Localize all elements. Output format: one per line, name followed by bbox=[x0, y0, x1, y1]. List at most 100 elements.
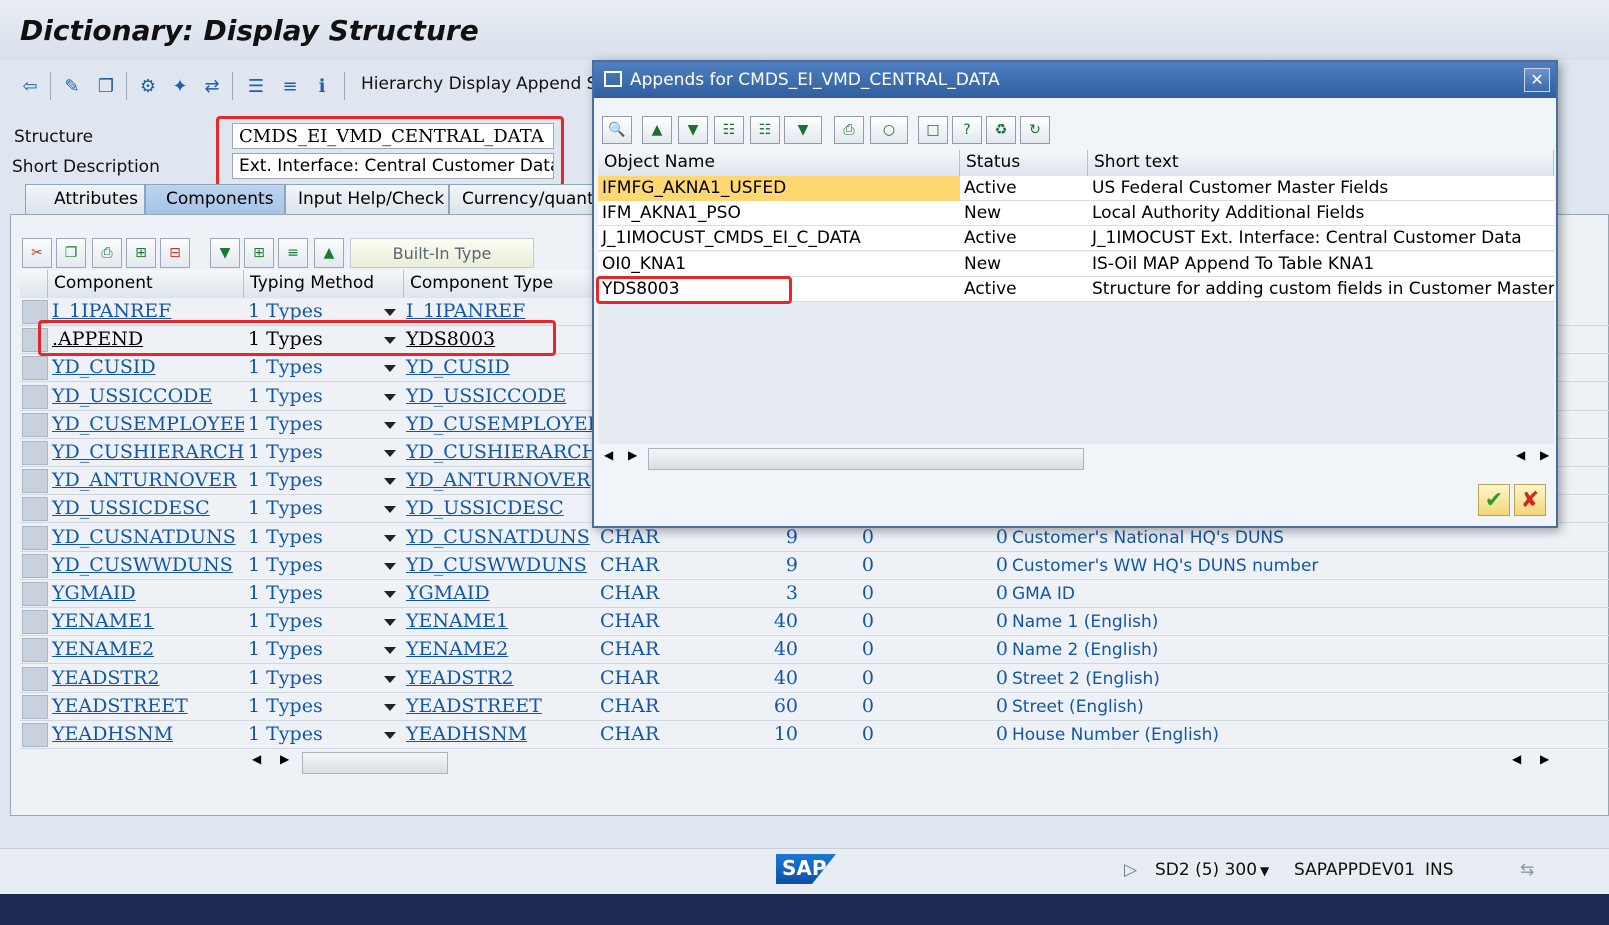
component-cell[interactable]: YENAME1 bbox=[50, 608, 244, 636]
row-selector[interactable] bbox=[22, 384, 48, 409]
component-cell[interactable]: YD_USSICDESC bbox=[50, 495, 244, 523]
scroll-thumb[interactable] bbox=[648, 448, 1084, 470]
hierarchy-icon[interactable]: ☰ bbox=[242, 72, 270, 100]
status-cell[interactable]: New bbox=[960, 252, 1088, 277]
dropdown-arrow-icon[interactable] bbox=[384, 534, 396, 542]
component-cell[interactable]: .APPEND bbox=[50, 326, 244, 354]
dialog-horizontal-scrollbar[interactable]: ◀ ▶ ◀ ▶ bbox=[598, 446, 1554, 470]
component-type-cell[interactable]: YENAME2 bbox=[404, 636, 598, 664]
new-document-icon[interactable]: □ bbox=[918, 116, 948, 144]
append-structure-button[interactable]: Append S bbox=[516, 74, 597, 94]
list-item[interactable]: OI0_KNA1 New IS-Oil MAP Append To Table KN… bbox=[598, 251, 1554, 277]
row-selector[interactable] bbox=[22, 582, 48, 606]
typing-method-cell[interactable]: 1 Types bbox=[246, 524, 378, 552]
object-name-cell[interactable]: OI0_KNA1 bbox=[598, 252, 960, 277]
row-selector[interactable] bbox=[22, 666, 48, 691]
component-type-cell[interactable]: YD_CUSEMPLOYEE bbox=[404, 411, 598, 439]
row-selector[interactable] bbox=[22, 441, 48, 465]
dropdown-arrow-icon[interactable] bbox=[384, 562, 396, 570]
print-icon[interactable]: ⎙ bbox=[834, 116, 864, 144]
sort-ascending-icon[interactable]: ▲ bbox=[642, 116, 672, 144]
component-type-cell[interactable]: YD_CUSHIERARCHY bbox=[404, 439, 598, 467]
typing-method-cell[interactable]: 1 Types bbox=[246, 467, 378, 495]
component-cell[interactable]: YD_CUSHIERARCHY bbox=[50, 439, 244, 467]
component-cell[interactable]: YD_ANTURNOVER bbox=[50, 467, 244, 495]
find-icon[interactable]: ☷ bbox=[714, 116, 744, 144]
delete-row-icon[interactable]: ⊟ bbox=[160, 238, 190, 268]
insert-row-icon[interactable]: ⊞ bbox=[126, 238, 156, 268]
component-type-cell[interactable]: YDS8003 bbox=[404, 326, 598, 354]
align-icon[interactable]: ≡ bbox=[276, 72, 304, 100]
component-type-cell[interactable]: I_1IPANREF bbox=[404, 298, 598, 326]
dropdown-arrow-icon[interactable] bbox=[384, 365, 396, 373]
component-cell[interactable]: I_1IPANREF bbox=[50, 298, 244, 326]
typing-method-cell[interactable]: 1 Types bbox=[246, 580, 378, 608]
status-cell[interactable]: Active bbox=[960, 176, 1088, 201]
status-cell[interactable]: New bbox=[960, 201, 1088, 226]
dropdown-arrow-icon[interactable] bbox=[384, 732, 396, 739]
dialog-title-bar[interactable]: Appends for CMDS_EI_VMD_CENTRAL_DATA ✕ bbox=[594, 62, 1556, 98]
other-object-icon[interactable]: ❐ bbox=[92, 72, 120, 100]
component-type-cell[interactable]: YEADSTR2 bbox=[404, 665, 598, 693]
typing-method-cell[interactable]: 1 Types bbox=[246, 326, 378, 354]
dropdown-arrow-icon[interactable] bbox=[384, 309, 396, 316]
table-row[interactable]: YEADHSNM 1 Types YEADHSNM CHAR 10 0 0 House Num… bbox=[20, 721, 1609, 749]
typing-method-cell[interactable]: 1 Types bbox=[246, 552, 378, 580]
row-selector[interactable] bbox=[22, 525, 48, 550]
list-item[interactable]: YDS8003 Active Structure for adding custom… bbox=[598, 276, 1554, 302]
short-text-cell[interactable]: IS-Oil MAP Append To Table KNA1 bbox=[1088, 252, 1554, 277]
table-row[interactable]: YENAME2 1 Types YENAME2 CHAR 40 0 0 Name 2 (Eng… bbox=[20, 636, 1609, 665]
component-type-cell[interactable]: YD_USSICCODE bbox=[404, 383, 598, 411]
grid-horizontal-scrollbar[interactable]: ◀ ▶ ◀ ▶ bbox=[246, 750, 1586, 774]
tab-attributes[interactable]: Attributes bbox=[25, 184, 145, 214]
layout-icon[interactable]: ⇆ bbox=[1520, 860, 1534, 880]
component-cell[interactable]: YD_CUSEMPLOYEE bbox=[50, 411, 244, 439]
dropdown-arrow-icon[interactable] bbox=[384, 421, 396, 429]
typing-method-cell[interactable]: 1 Types bbox=[246, 608, 378, 636]
dialog-column-object-name[interactable]: Object Name bbox=[598, 150, 960, 176]
tab-currency-quantity[interactable]: Currency/quantit bbox=[449, 184, 605, 214]
table-row[interactable]: YD_CUSWWDUNS 1 Types YD_CUSWWDUNS CHAR 9 0 0 Cu… bbox=[20, 552, 1609, 580]
expand-icon[interactable]: ▼ bbox=[210, 238, 240, 268]
scroll-far-right-icon[interactable]: ▶ bbox=[1540, 752, 1549, 766]
activate-wand-icon[interactable]: ✦ bbox=[166, 72, 194, 100]
dropdown-arrow-icon[interactable] bbox=[384, 619, 396, 627]
short-text-cell[interactable]: Structure for adding custom fields in Cu… bbox=[1088, 277, 1554, 302]
include-icon[interactable]: ≡ bbox=[278, 238, 308, 268]
check-icon[interactable]: ⚙ bbox=[134, 72, 162, 100]
collapse-icon[interactable]: ▲ bbox=[314, 238, 344, 268]
column-header-component-type[interactable]: Component Type bbox=[404, 270, 600, 298]
scroll-far-right-icon[interactable]: ▶ bbox=[1540, 448, 1549, 462]
typing-method-cell[interactable]: 1 Types bbox=[246, 721, 378, 749]
row-selector[interactable] bbox=[22, 723, 48, 747]
checkmark-icon[interactable]: ✔ bbox=[1478, 484, 1510, 516]
table-row[interactable]: YEADSTR2 1 Types YEADSTR2 CHAR 40 0 0 Street 2 … bbox=[20, 665, 1609, 693]
list-item[interactable]: IFMFG_AKNA1_USFED Active US Federal Custom… bbox=[598, 176, 1554, 201]
typing-method-cell[interactable]: 1 Types bbox=[246, 354, 378, 382]
scroll-far-left-icon[interactable]: ◀ bbox=[1516, 448, 1525, 462]
row-selector[interactable] bbox=[22, 694, 48, 719]
row-selector[interactable] bbox=[22, 553, 48, 578]
short-description-field[interactable]: Ext. Interface: Central Customer Data bbox=[232, 153, 554, 179]
search-icon[interactable]: 🔍 bbox=[602, 116, 632, 144]
close-icon[interactable]: ✕ bbox=[1524, 68, 1550, 92]
object-name-cell[interactable]: IFMFG_AKNA1_USFED bbox=[598, 176, 960, 201]
row-selector[interactable] bbox=[22, 356, 48, 381]
structure-field[interactable]: CMDS_EI_VMD_CENTRAL_DATA bbox=[232, 123, 554, 149]
row-selector[interactable] bbox=[22, 328, 48, 353]
scroll-left-icon[interactable]: ◀ bbox=[252, 752, 261, 766]
back-arrow-icon[interactable]: ⇦ bbox=[16, 72, 44, 100]
info-icon[interactable]: ℹ bbox=[308, 72, 336, 100]
component-cell[interactable]: YGMAID bbox=[50, 580, 244, 608]
dialog-column-status[interactable]: Status bbox=[960, 150, 1088, 176]
component-type-cell[interactable]: YD_CUSNATDUNS bbox=[404, 524, 598, 552]
list-item[interactable]: IFM_AKNA1_PSO New Local Authority Addition… bbox=[598, 201, 1554, 227]
component-cell[interactable]: YD_USSICCODE bbox=[50, 383, 244, 411]
component-cell[interactable]: YD_CUSNATDUNS bbox=[50, 524, 244, 552]
help-icon[interactable]: ? bbox=[952, 116, 982, 144]
dialog-column-short-text[interactable]: Short text bbox=[1088, 150, 1554, 176]
component-type-cell[interactable]: YD_USSICDESC bbox=[404, 495, 598, 523]
table-row[interactable]: YEADSTREET 1 Types YEADSTREET CHAR 60 0 0 Stree… bbox=[20, 693, 1609, 721]
typing-method-cell[interactable]: 1 Types bbox=[246, 383, 378, 411]
component-cell[interactable]: YD_CUSID bbox=[50, 354, 244, 382]
